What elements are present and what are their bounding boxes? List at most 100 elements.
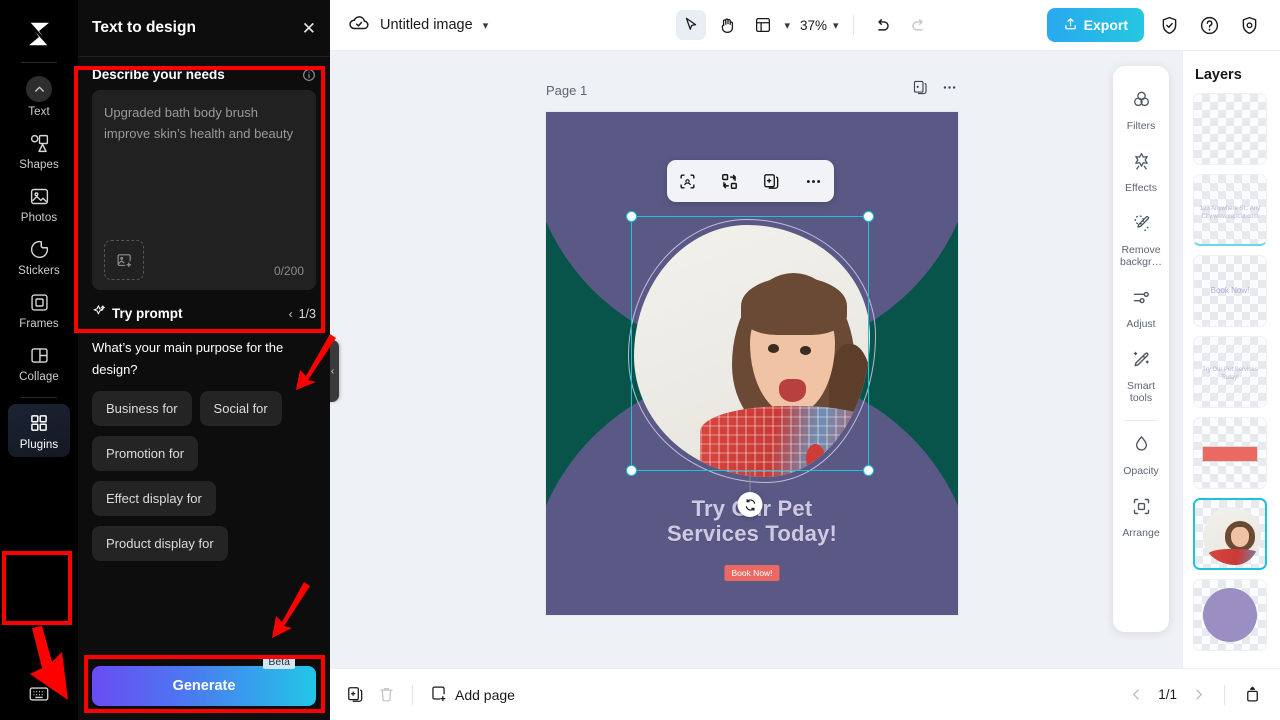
plugins-icon [27,411,51,435]
export-label: Export [1084,17,1128,33]
layer-headline[interactable]: Try Our Pet Services Today! [1193,336,1267,408]
undo-icon[interactable] [868,10,898,40]
hand-pan-icon[interactable] [712,10,742,40]
page-header: Page 1 [546,79,958,101]
layers-list: 123 Anywhere St., Any City www.capcut.co… [1183,93,1280,651]
next-page-button [1191,687,1206,702]
rail-divider-top [21,62,57,63]
prompt-input-box[interactable]: 0/200 [92,90,316,290]
sidebar-item-frames[interactable]: Frames [8,283,70,336]
document-title[interactable]: Untitled image [380,17,473,33]
layer-circle[interactable] [1193,579,1267,651]
chip-social-for[interactable]: Social for [200,391,282,426]
capcut-logo-icon[interactable] [19,14,59,54]
redo-icon [904,10,934,40]
dock-item-filters[interactable]: Filters [1113,80,1169,142]
top-toolbar: Untitled image ▾ ▾ 37% ▾ [330,0,1280,51]
sidebar-item-plugins[interactable]: Plugins [8,404,70,457]
text-icon [26,76,52,102]
layer-photo[interactable] [1193,498,1267,570]
sidebar-item-label-plugins: Plugins [20,439,58,451]
zoom-level: 37% [800,18,827,33]
layer-circle-shape [1203,588,1257,642]
help-circle-icon[interactable] [1194,10,1224,40]
headline-line-1: Try Our Pet [546,496,958,521]
toolbar-divider [853,15,854,35]
cutout-icon[interactable] [674,167,702,195]
try-prompt-label: Try prompt [112,306,183,321]
layout-chevron-down-icon[interactable]: ▾ [784,19,790,32]
layer-address[interactable]: 123 Anywhere St., Any City www.capcut.co… [1193,174,1267,246]
layer-book-now-text: Book Now! [1194,287,1266,295]
chip-promotion-for[interactable]: Promotion for [92,436,198,471]
frames-icon [27,290,51,314]
blob-outline-decoration [628,219,876,483]
layer-book-now[interactable]: Book Now! [1193,255,1267,327]
duplicate-page-icon[interactable] [346,685,365,704]
canvas-area[interactable]: Page 1 123 An [330,51,1190,668]
dock-label-smart-tools: Smart tools [1115,380,1167,404]
collapse-panel-icon[interactable] [1243,685,1262,704]
try-prompt-pager: ‹ 1/3 [289,307,316,321]
add-image-icon[interactable] [104,240,144,280]
layer-cta-bar[interactable] [1193,417,1267,489]
cursor-select-icon[interactable] [676,10,706,40]
cta-book-now-button[interactable]: Book Now! [724,565,779,581]
remove-background-icon [1131,213,1152,239]
bottom-divider-right [1224,685,1225,705]
chip-business-for[interactable]: Business for [92,391,192,426]
layer-empty[interactable] [1193,93,1267,165]
add-page-icon [429,684,448,706]
dock-item-effects[interactable]: Effects [1113,142,1169,204]
dock-item-arrange[interactable]: Arrange [1113,487,1169,549]
smart-tools-icon [1131,349,1152,375]
dock-label-adjust: Adjust [1126,318,1155,330]
sidebar-item-label-frames: Frames [19,318,59,330]
export-button[interactable]: Export [1047,8,1144,42]
describe-section-header: Describe your needs [78,57,330,90]
duplicate-icon[interactable] [757,167,785,195]
photo-layer[interactable] [634,225,870,477]
describe-label: Describe your needs [92,67,225,82]
chevron-down-icon[interactable]: ▾ [483,19,489,32]
shield-check-icon[interactable] [1154,10,1184,40]
generate-button[interactable]: Generate [92,666,316,706]
object-tool-dock: Filters Effects Remove backgr… [1113,66,1169,632]
more-horizontal-icon[interactable] [799,167,827,195]
dock-item-smart-tools[interactable]: Smart tools [1113,340,1169,414]
sidebar-item-collage[interactable]: Collage [8,336,70,389]
filters-icon [1131,89,1152,115]
dock-label-filters: Filters [1127,120,1156,132]
chip-product-display-for[interactable]: Product display for [92,526,228,561]
zoom-chevron-down-icon[interactable]: ▾ [833,19,839,32]
prompt-chip-list: Business for Social for Promotion for Ef… [78,391,330,561]
close-icon[interactable]: ✕ [302,20,316,37]
bottom-toolbar: Add page 1/1 [330,668,1280,720]
prev-prompt-button[interactable]: ‹ [289,307,293,321]
prompt-textarea[interactable] [104,102,304,240]
dock-item-adjust[interactable]: Adjust [1113,278,1169,340]
sidebar-item-shapes[interactable]: Shapes [8,124,70,177]
chip-effect-display-for[interactable]: Effect display for [92,481,216,516]
dock-label-opacity: Opacity [1123,465,1159,477]
dock-item-remove-background[interactable]: Remove backgr… [1113,204,1169,278]
add-page-button[interactable]: Add page [429,684,515,706]
bottom-divider [412,685,413,705]
settings-shield-icon[interactable] [1234,10,1264,40]
keyboard-shortcuts-icon[interactable] [28,683,50,710]
duplicate-page-icon[interactable] [912,79,929,101]
more-horizontal-icon[interactable] [941,79,958,101]
sidebar-item-label-stickers: Stickers [18,265,60,277]
layout-grid-icon[interactable] [748,10,778,40]
chevron-left-icon: ‹ [331,366,334,377]
sidebar-item-photos[interactable]: Photos [8,177,70,230]
sidebar-item-stickers[interactable]: Stickers [8,230,70,283]
sidebar-item-text[interactable]: Text [8,69,70,124]
info-icon[interactable] [302,68,316,82]
left-rail: Text Shapes Photos [0,0,78,720]
cloud-save-icon[interactable] [348,12,370,39]
layer-address-text: 123 Anywhere St., Any City www.capcut.co… [1194,205,1266,221]
try-prompt-header: Try prompt ‹ 1/3 [78,290,330,329]
dock-item-opacity[interactable]: Opacity [1113,425,1169,487]
replace-icon[interactable] [716,167,744,195]
